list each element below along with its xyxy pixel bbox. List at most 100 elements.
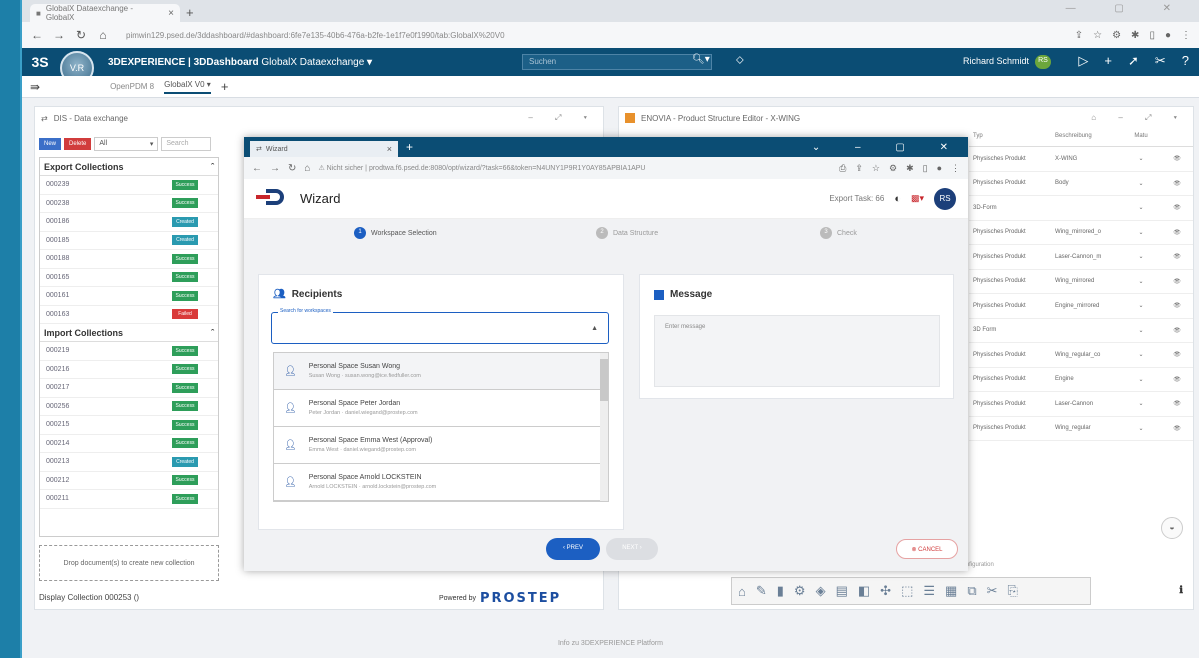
widget-controls[interactable]: – ⤢ ▾ bbox=[528, 113, 597, 123]
home-icon[interactable]: ⌂ bbox=[96, 28, 110, 42]
chevron-down-icon[interactable]: ⌄ bbox=[1121, 327, 1161, 334]
star-icon[interactable]: ☆ bbox=[872, 163, 880, 174]
table-row[interactable]: Physisches Produkt Wing_mirrored ⌄ 👁︎ bbox=[969, 270, 1193, 294]
forward-icon[interactable]: → bbox=[52, 28, 66, 42]
delete-button[interactable]: Delete bbox=[64, 138, 92, 150]
edit-icon[interactable]: ✎ bbox=[756, 583, 767, 599]
step-workspace-selection[interactable]: 1 Workspace Selection bbox=[354, 227, 437, 239]
wizard-window-controls[interactable]: ⌄ – ▢ ✕ bbox=[812, 142, 968, 153]
workspace-option[interactable]: 👤︎ Personal Space Peter Jordan Peter Jorda… bbox=[274, 390, 608, 427]
next-button[interactable]: NEXT › bbox=[606, 538, 658, 560]
chevron-down-icon[interactable]: ⌄ bbox=[1121, 278, 1161, 285]
eye-icon[interactable]: 👁︎ bbox=[1161, 425, 1193, 432]
eye-icon[interactable]: 👁︎ bbox=[1161, 278, 1193, 285]
column-beschreibung[interactable]: Beschreibung bbox=[1055, 133, 1121, 146]
import-collections-header[interactable]: Import Collections ˆ bbox=[40, 324, 218, 342]
profile-icon[interactable]: ● bbox=[1165, 30, 1171, 41]
chevron-down-icon[interactable]: ⌄ bbox=[1121, 180, 1161, 187]
collection-row[interactable]: 000165 Success bbox=[40, 269, 218, 287]
table-row[interactable]: Physisches Produkt Engine_mirrored ⌄ 👁︎ bbox=[969, 294, 1193, 319]
collection-row[interactable]: 000217 Success bbox=[40, 379, 218, 398]
forward-icon[interactable]: → bbox=[270, 163, 280, 174]
table-row[interactable]: Physisches Produkt Laser-Cannon_m ⌄ 👁︎ bbox=[969, 245, 1193, 270]
eye-icon[interactable]: 👁︎ bbox=[1161, 351, 1193, 358]
eye-icon[interactable]: 👁︎ bbox=[1161, 253, 1193, 260]
reload-icon[interactable]: ↻ bbox=[74, 28, 88, 42]
home-icon[interactable]: ⌂ bbox=[738, 584, 746, 599]
caret-up-icon[interactable]: ▲ bbox=[591, 325, 598, 332]
cut-icon[interactable]: ✂ bbox=[987, 583, 998, 599]
export-collections-header[interactable]: Export Collections ˆ bbox=[40, 158, 218, 176]
dashboard-name[interactable]: GlobalX Dataexchange bbox=[261, 57, 364, 68]
eye-icon[interactable]: 👁︎ bbox=[1161, 327, 1193, 334]
sidebar-icon[interactable]: ▯ bbox=[1149, 30, 1155, 41]
new-tab-icon[interactable]: + bbox=[406, 140, 413, 154]
chevron-down-icon[interactable]: ⌄ bbox=[1121, 400, 1161, 407]
column-matu[interactable]: Matu bbox=[1121, 133, 1161, 146]
language-flag-icon[interactable]: ▩▾ bbox=[911, 193, 924, 204]
layout-icon[interactable]: ▦ bbox=[945, 583, 957, 599]
shape-icon[interactable]: ◧ bbox=[858, 583, 870, 599]
table-row[interactable]: 3D-Form ⌄ 👁︎ bbox=[969, 196, 1193, 221]
wizard-url-field[interactable]: ⚠ Nicht sicher | prodtwa.f6.psed.de:8080… bbox=[318, 164, 645, 172]
send-icon[interactable]: ➚ bbox=[1128, 53, 1139, 69]
back-icon[interactable]: ← bbox=[252, 163, 262, 174]
dropdown-scrollbar[interactable] bbox=[600, 353, 608, 501]
menu-icon[interactable]: ⋮ bbox=[1181, 30, 1191, 41]
message-textarea[interactable]: Enter message bbox=[654, 315, 940, 387]
widget-controls[interactable]: ⌂ – ⤢ ▾ bbox=[1091, 113, 1187, 123]
collection-row[interactable]: 000161 Success bbox=[40, 287, 218, 306]
close-tab-icon[interactable]: × bbox=[168, 8, 174, 19]
menu-icon[interactable]: ⋮ bbox=[951, 163, 960, 174]
workspace-search-input[interactable]: Search for workspaces ▲ bbox=[271, 308, 609, 344]
collection-row[interactable]: 000238 Success bbox=[40, 195, 218, 213]
filter-select[interactable]: All ▾ bbox=[94, 137, 159, 151]
eye-icon[interactable]: 👁︎ bbox=[1161, 180, 1193, 187]
share-icon[interactable]: ⇪ bbox=[855, 163, 863, 174]
collection-row[interactable]: 000215 Success bbox=[40, 416, 218, 435]
chevron-down-icon[interactable]: ⌄ bbox=[1121, 204, 1161, 211]
3d-compass-icon[interactable]: ◒ bbox=[1161, 517, 1183, 539]
puzzle-icon[interactable]: ✱ bbox=[906, 163, 914, 174]
collection-row[interactable]: 000256 Success bbox=[40, 398, 218, 416]
collection-row[interactable]: 000216 Success bbox=[40, 361, 218, 379]
copy-icon[interactable]: ⧉ bbox=[967, 583, 976, 599]
collection-row[interactable]: 000211 Success bbox=[40, 490, 218, 509]
list-icon[interactable]: ☰ bbox=[923, 583, 935, 599]
add-icon[interactable]: + bbox=[1104, 53, 1112, 69]
collapse-icon[interactable]: ˆ bbox=[211, 328, 214, 338]
user-avatar[interactable]: RS bbox=[1035, 55, 1051, 69]
table-row[interactable]: Physisches Produkt Laser-Cannon ⌄ 👁︎ bbox=[969, 392, 1193, 417]
wizard-avatar[interactable]: RS bbox=[934, 187, 956, 210]
bookmark-icon[interactable]: ▮ bbox=[777, 583, 784, 599]
chevron-down-icon[interactable]: ⌄ bbox=[1121, 376, 1161, 383]
eye-icon[interactable]: 👁︎ bbox=[1161, 400, 1193, 407]
footer-info-link[interactable]: Info zu 3DEXPERIENCE Platform bbox=[22, 640, 1199, 658]
puzzle-icon[interactable]: ✣ bbox=[880, 583, 891, 599]
workspace-option[interactable]: 👤︎ Personal Space Emma West (Approval) Emm… bbox=[274, 427, 608, 464]
chevron-down-icon[interactable]: ⌄ bbox=[1121, 351, 1161, 358]
collection-row[interactable]: 000219 Success bbox=[40, 342, 218, 361]
collection-row[interactable]: 000163 Failed bbox=[40, 306, 218, 324]
eye-icon[interactable]: 👁︎ bbox=[1161, 376, 1193, 383]
table-row[interactable]: Physisches Produkt Body ⌄ 👁︎ bbox=[969, 172, 1193, 196]
collection-search-input[interactable]: Search bbox=[161, 137, 212, 151]
table-row[interactable]: Physisches Produkt Wing_regular ⌄ 👁︎ bbox=[969, 417, 1193, 441]
info-icon[interactable]: ℹ bbox=[1179, 585, 1183, 596]
hamburger-menu-icon[interactable]: ⇛ bbox=[30, 80, 40, 94]
theme-toggle-icon[interactable]: ◐ bbox=[894, 193, 901, 205]
collection-row[interactable]: 000188 Success bbox=[40, 250, 218, 269]
table-row[interactable]: Physisches Produkt Wing_regular_co ⌄ 👁︎ bbox=[969, 343, 1193, 368]
part-icon[interactable]: ◈ bbox=[816, 583, 826, 599]
tag-icon[interactable]: ⬦ bbox=[736, 54, 744, 67]
share-icon[interactable]: ⇪ bbox=[1075, 30, 1083, 41]
dropzone[interactable]: Drop document(s) to create new collectio… bbox=[39, 545, 219, 581]
tab-globalx[interactable]: GlobalX V0 ▾ bbox=[164, 80, 211, 94]
add-tab-icon[interactable]: + bbox=[221, 79, 229, 94]
user-name[interactable]: Richard Schmidt bbox=[963, 56, 1029, 66]
cancel-button[interactable]: ⊗ CANCEL bbox=[896, 539, 958, 559]
search-icon[interactable]: 🔍︎▾ bbox=[692, 54, 710, 65]
assembly-icon[interactable]: ⚙ bbox=[794, 583, 806, 599]
step-check[interactable]: 3 Check bbox=[820, 227, 857, 239]
column-typ[interactable]: Typ bbox=[969, 133, 1055, 146]
